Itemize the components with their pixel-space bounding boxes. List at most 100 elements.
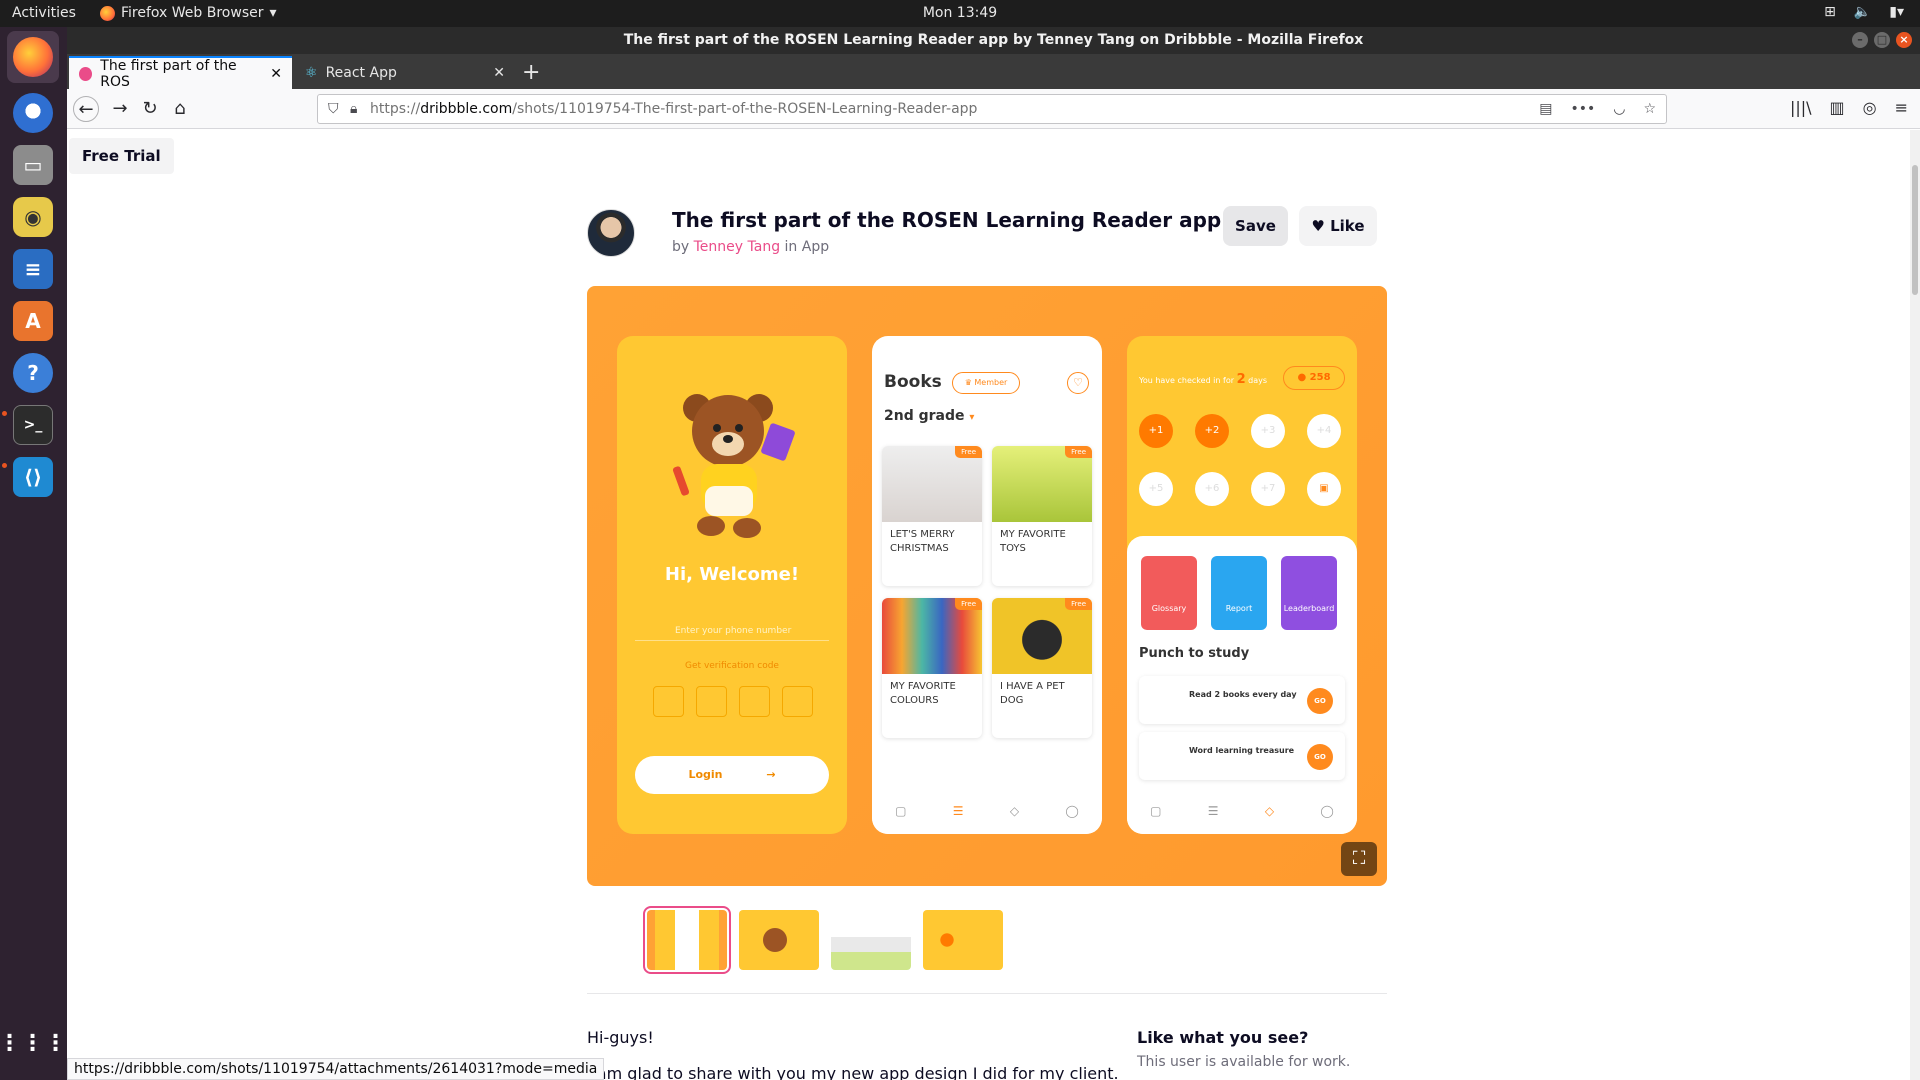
bear-illustration — [672, 394, 795, 538]
by-label: by — [672, 239, 690, 255]
system-tray[interactable]: ⊞ 🔈 ▮▾ — [1824, 4, 1904, 20]
day-circle: +5 — [1139, 472, 1173, 506]
code-box — [782, 686, 813, 717]
trophy-icon: ◇ — [1264, 804, 1275, 818]
shot-image[interactable]: Hi, Welcome! Enter your phone number Get… — [587, 286, 1387, 886]
hire-heading: Like what you see? — [1137, 1028, 1309, 1047]
book-title: I HAVE A PET DOG — [1000, 681, 1065, 706]
minimize-button[interactable]: – — [1852, 32, 1868, 48]
window-titlebar: The first part of the ROSEN Learning Rea… — [67, 27, 1920, 54]
like-button[interactable]: ♥ Like — [1299, 206, 1377, 246]
divider — [587, 993, 1387, 994]
dock: ▭ ◉ ≡ A ? >_ ⟨⟩ ⋮⋮⋮ — [0, 27, 67, 1080]
verify-link: Get verification code — [685, 661, 779, 671]
dock-files[interactable]: ▭ — [7, 139, 59, 191]
author-avatar[interactable] — [587, 209, 635, 257]
close-icon[interactable]: ✕ — [270, 66, 282, 82]
scrollbar-thumb[interactable] — [1912, 165, 1918, 295]
save-button[interactable]: Save — [1223, 206, 1288, 246]
thumbnail[interactable] — [923, 910, 1003, 970]
firefox-icon — [13, 37, 53, 77]
tab-label: React App — [325, 64, 397, 81]
day-circle: +3 — [1251, 414, 1285, 448]
shot-title: The first part of the ROSEN Learning Rea… — [672, 208, 1222, 232]
task-card: Word learning treasure GO — [1139, 732, 1345, 780]
library-icon[interactable]: |||\ — [1790, 98, 1812, 117]
calendar-icon: ▣ — [1307, 472, 1341, 506]
maximize-button[interactable]: □ — [1874, 32, 1890, 48]
close-icon[interactable]: ✕ — [493, 65, 505, 81]
member-label: Member — [974, 378, 1008, 387]
dock-firefox[interactable] — [7, 31, 59, 83]
fullscreen-icon[interactable]: ⛶ — [1341, 842, 1377, 876]
category-link[interactable]: App — [802, 239, 829, 255]
grade-selector: 2nd grade ▾ — [884, 408, 974, 424]
back-button[interactable]: ← — [73, 96, 99, 122]
mockup-tab-bar: ▢ ☰ ◇ ◯ — [872, 788, 1102, 834]
software-icon: A — [13, 301, 53, 341]
writer-icon: ≡ — [13, 249, 53, 289]
dock-terminal[interactable]: >_ — [7, 399, 59, 451]
grid-icon: ⋮⋮⋮ — [0, 1030, 68, 1056]
member-badge: ♛ Member — [952, 372, 1020, 394]
dock-writer[interactable]: ≡ — [7, 243, 59, 295]
app-menu[interactable]: Firefox Web Browser ▾ — [100, 5, 277, 21]
checkin-post: days — [1248, 376, 1268, 385]
shield-icon[interactable]: ⛉ — [328, 95, 339, 123]
reader-view-icon[interactable]: ▤ — [1539, 95, 1552, 123]
sidebar-icon[interactable]: ▥ — [1830, 98, 1845, 117]
url-scheme: https:// — [370, 101, 421, 117]
menu-icon[interactable]: ≡ — [1895, 98, 1908, 117]
user-icon: ◯ — [1320, 804, 1334, 818]
report-tile: Report — [1211, 556, 1267, 630]
thumbnail-strip — [643, 906, 1003, 974]
reload-button[interactable]: ↻ — [137, 96, 163, 122]
react-icon: ⚛ — [305, 64, 318, 81]
tab-react-app[interactable]: ⚛ React App ✕ — [295, 56, 515, 89]
activities-button[interactable]: Activities — [12, 5, 76, 21]
chevron-down-icon: ▾ — [969, 412, 975, 423]
clock[interactable]: Mon 13:49 — [0, 5, 1920, 21]
firefox-icon — [100, 5, 115, 21]
home-button[interactable]: ⌂ — [167, 96, 193, 122]
tab-strip: The first part of the ROS ✕ ⚛ React App … — [67, 54, 1920, 90]
url-bar[interactable]: ⛉ 🔒︎ https://dribbble.com/shots/11019754… — [317, 94, 1667, 124]
more-icon[interactable]: ••• — [1570, 95, 1595, 123]
leaderboard-tile: Leaderboard — [1281, 556, 1337, 630]
dock-rhythmbox[interactable]: ◉ — [7, 191, 59, 243]
tab-dribbble[interactable]: The first part of the ROS ✕ — [69, 56, 292, 90]
go-button: GO — [1307, 744, 1333, 770]
books-heading: Books — [884, 372, 942, 392]
coins-badge: ● 258 — [1283, 366, 1345, 390]
thumbnail[interactable] — [643, 906, 731, 974]
dock-help[interactable]: ? — [7, 347, 59, 399]
vscode-icon: ⟨⟩ — [13, 457, 53, 497]
dock-software[interactable]: A — [7, 295, 59, 347]
book-title: MY FAVORITE TOYS — [1000, 529, 1066, 554]
dock-vscode[interactable]: ⟨⟩ — [7, 451, 59, 503]
lock-icon[interactable]: 🔒︎ — [350, 95, 357, 123]
author-link[interactable]: Tenney Tang — [694, 239, 780, 255]
day-circle: +7 — [1251, 472, 1285, 506]
pocket-icon[interactable]: ◡ — [1613, 95, 1625, 123]
bookmark-star-icon[interactable]: ☆ — [1643, 95, 1656, 123]
close-button[interactable]: × — [1896, 32, 1912, 48]
thumbnail[interactable] — [831, 910, 911, 970]
code-box — [696, 686, 727, 717]
checkin-text: You have checked in for 2 days — [1139, 372, 1267, 387]
dock-thunderbird[interactable] — [7, 87, 59, 139]
files-icon: ▭ — [13, 145, 53, 185]
book-card: Free I HAVE A PET DOG — [992, 598, 1092, 738]
task-card: Read 2 books every day GO — [1139, 676, 1345, 724]
login-label: Login — [688, 768, 723, 781]
account-icon[interactable]: ◎ — [1863, 98, 1877, 117]
free-trial-button[interactable]: Free Trial — [69, 138, 174, 174]
grade-label: 2nd grade — [884, 408, 965, 424]
new-tab-button[interactable]: + — [522, 60, 540, 85]
in-label: in — [784, 239, 798, 255]
day-circle: +4 — [1307, 414, 1341, 448]
forward-button[interactable]: → — [107, 96, 133, 122]
show-apps-button[interactable]: ⋮⋮⋮ — [0, 1017, 68, 1069]
coin-icon: ● — [1297, 372, 1307, 383]
thumbnail[interactable] — [739, 910, 819, 970]
